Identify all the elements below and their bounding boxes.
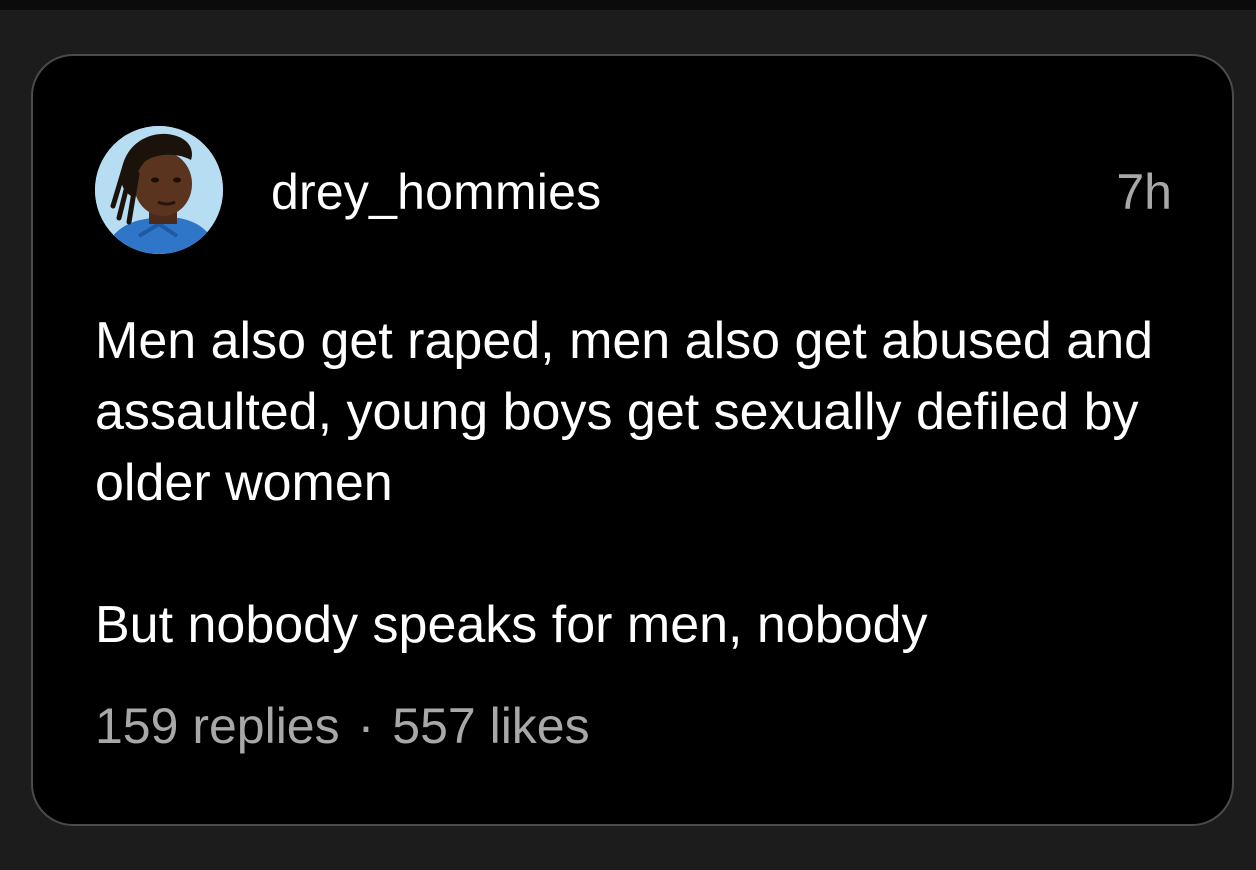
post-timestamp: 7h bbox=[1116, 164, 1172, 220]
avatar[interactable] bbox=[95, 126, 223, 254]
post-card[interactable]: drey_hommies 7h Men also get raped, men … bbox=[31, 54, 1234, 826]
post-text: Men also get raped, men also get abused … bbox=[95, 306, 1195, 661]
post-paragraph: Men also get raped, men also get abused … bbox=[95, 312, 1154, 512]
post-stats: 159 replies · 557 likes bbox=[95, 696, 590, 756]
status-bar-strip bbox=[0, 0, 1256, 10]
stats-separator: · bbox=[357, 698, 375, 754]
likes-count[interactable]: 557 likes bbox=[392, 698, 589, 754]
replies-count[interactable]: 159 replies bbox=[95, 698, 340, 754]
post-paragraph: But nobody speaks for men, nobody bbox=[95, 596, 928, 654]
avatar-photo-icon bbox=[95, 126, 223, 254]
username[interactable]: drey_hommies bbox=[271, 162, 601, 222]
